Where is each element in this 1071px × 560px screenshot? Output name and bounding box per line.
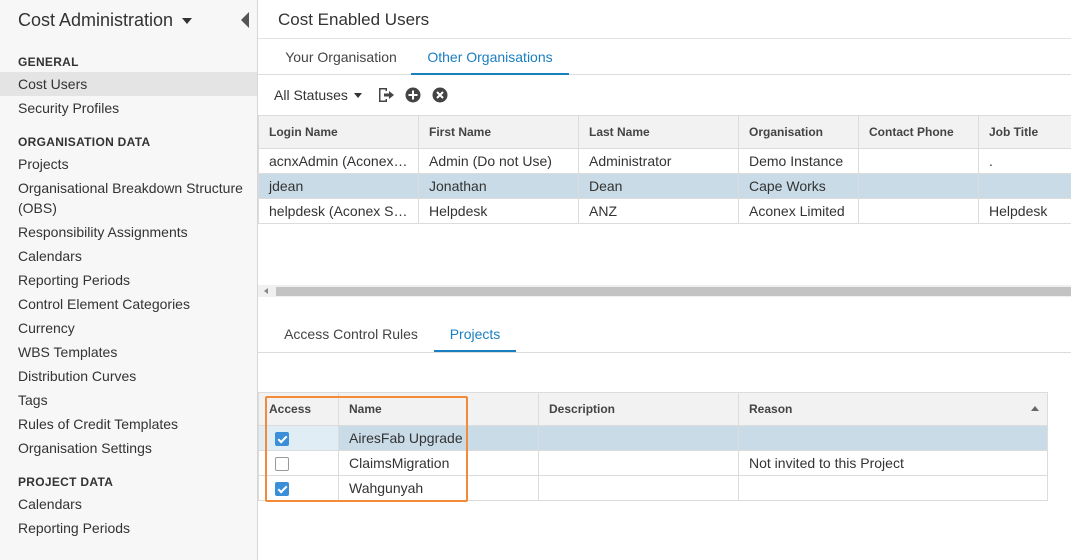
cell-job-title (978, 173, 1071, 199)
sidebar-title[interactable]: Cost Administration (18, 10, 173, 31)
cell-description (538, 450, 739, 476)
column-access[interactable]: Access (258, 392, 339, 426)
sidebar-item-cost-users[interactable]: Cost Users (0, 72, 257, 96)
table-row[interactable]: jdean Jonathan Dean Cape Works (258, 173, 1071, 199)
table-header-row: Access Name Description Reason (258, 392, 1048, 426)
sidebar-item-obs[interactable]: Organisational Breakdown Structure (OBS) (0, 176, 257, 220)
cell-login-name: helpdesk (Aconex Support) (258, 198, 419, 224)
sidebar-item-currency[interactable]: Currency (0, 316, 257, 340)
cell-contact-phone (858, 198, 979, 224)
cell-description (538, 475, 739, 501)
chevron-down-icon[interactable] (353, 92, 362, 98)
scrollbar-thumb[interactable] (276, 287, 1071, 296)
projects-table: Access Name Description Reason AiresFab … (258, 392, 1048, 501)
cell-last-name: Administrator (578, 148, 739, 174)
page-title: Cost Enabled Users (278, 10, 430, 29)
cell-access (258, 450, 339, 476)
export-icon[interactable] (378, 87, 395, 104)
remove-icon[interactable] (432, 87, 449, 104)
sidebar-header[interactable]: Cost Administration (0, 0, 257, 40)
cell-access (258, 475, 339, 501)
access-checkbox[interactable] (275, 457, 289, 472)
cell-job-title: Helpdesk (978, 198, 1071, 224)
column-description[interactable]: Description (538, 392, 739, 426)
section-organisation-data: ORGANISATION DATA (18, 135, 151, 149)
organisation-tabs: Your Organisation Other Organisations (258, 38, 1071, 75)
access-checkbox[interactable] (275, 482, 289, 497)
tab-your-organisation[interactable]: Your Organisation (272, 39, 410, 75)
tab-other-organisations[interactable]: Other Organisations (411, 39, 569, 75)
sidebar-item-organisation-settings[interactable]: Organisation Settings (0, 436, 257, 460)
cell-project-name: Wahgunyah (338, 475, 539, 501)
section-general: GENERAL (18, 55, 79, 69)
cell-login-name: jdean (258, 173, 419, 199)
access-checkbox[interactable] (275, 432, 289, 447)
cell-access (258, 425, 339, 451)
cell-organisation: Cape Works (738, 173, 859, 199)
toolbar: All Statuses (274, 84, 449, 106)
section-project-data: PROJECT DATA (18, 475, 114, 489)
cell-organisation: Demo Instance (738, 148, 859, 174)
cell-reason: Not invited to this Project (738, 450, 1048, 476)
column-contact-phone[interactable]: Contact Phone (858, 115, 979, 149)
sidebar-item-wbs-templates[interactable]: WBS Templates (0, 340, 257, 364)
table-row[interactable]: helpdesk (Aconex Support) Helpdesk ANZ A… (258, 198, 1071, 224)
table-header-row: Login Name First Name Last Name Organisa… (258, 115, 1071, 149)
sidebar-item-reporting-periods[interactable]: Reporting Periods (0, 268, 257, 292)
cell-first-name: Helpdesk (418, 198, 579, 224)
column-reason[interactable]: Reason (738, 392, 1048, 426)
sidebar-item-control-element-categories[interactable]: Control Element Categories (0, 292, 257, 316)
tab-access-control-rules[interactable]: Access Control Rules (272, 316, 430, 352)
chevron-down-icon[interactable] (182, 18, 193, 24)
column-job-title[interactable]: Job Title (978, 115, 1071, 149)
sidebar-item-responsibility-assignments[interactable]: Responsibility Assignments (0, 220, 257, 244)
sidebar-item-security-profiles[interactable]: Security Profiles (0, 96, 257, 120)
cell-login-name: acnxAdmin (Aconex Admin) (258, 148, 419, 174)
sidebar-item-projects[interactable]: Projects (0, 152, 257, 176)
column-first-name[interactable]: First Name (418, 115, 579, 149)
cell-project-name: ClaimsMigration (338, 450, 539, 476)
column-organisation[interactable]: Organisation (738, 115, 859, 149)
cell-job-title: . (978, 148, 1071, 174)
scroll-left-icon[interactable] (264, 288, 268, 294)
sidebar-item-rules-of-credit-templates[interactable]: Rules of Credit Templates (0, 412, 257, 436)
tab-projects[interactable]: Projects (434, 316, 516, 352)
cell-project-name: AiresFab Upgrade (338, 425, 539, 451)
cell-contact-phone (858, 173, 979, 199)
table-row[interactable]: AiresFab Upgrade (258, 425, 1048, 451)
sidebar-item-project-reporting-periods[interactable]: Reporting Periods (0, 516, 257, 540)
sidebar-item-calendars[interactable]: Calendars (0, 244, 257, 268)
detail-tabs: Access Control Rules Projects (258, 316, 1071, 353)
cell-organisation: Aconex Limited (738, 198, 859, 224)
cell-contact-phone (858, 148, 979, 174)
status-filter-dropdown[interactable]: All Statuses (274, 87, 348, 103)
sidebar-item-distribution-curves[interactable]: Distribution Curves (0, 364, 257, 388)
cell-first-name: Admin (Do not Use) (418, 148, 579, 174)
column-reason-label: Reason (749, 402, 793, 416)
cell-reason (738, 475, 1048, 501)
users-table: Login Name First Name Last Name Organisa… (258, 115, 1071, 224)
sort-ascending-icon[interactable] (1031, 406, 1039, 411)
cell-last-name: Dean (578, 173, 739, 199)
table-row[interactable]: acnxAdmin (Aconex Admin) Admin (Do not U… (258, 148, 1071, 174)
horizontal-scrollbar[interactable] (258, 285, 1071, 297)
column-last-name[interactable]: Last Name (578, 115, 739, 149)
cell-reason (738, 425, 1048, 451)
sidebar-item-project-calendars[interactable]: Calendars (0, 492, 257, 516)
cell-first-name: Jonathan (418, 173, 579, 199)
cell-description (538, 425, 739, 451)
sidebar: Cost Administration GENERAL Cost Users S… (0, 0, 258, 560)
column-name[interactable]: Name (338, 392, 539, 426)
sidebar-item-tags[interactable]: Tags (0, 388, 257, 412)
table-row[interactable]: ClaimsMigration Not invited to this Proj… (258, 450, 1048, 476)
column-login-name[interactable]: Login Name (258, 115, 419, 149)
table-row[interactable]: Wahgunyah (258, 475, 1048, 501)
collapse-sidebar-icon[interactable] (241, 12, 249, 28)
main-content: Cost Enabled Users Your Organisation Oth… (258, 0, 1071, 560)
cell-last-name: ANZ (578, 198, 739, 224)
add-icon[interactable] (405, 87, 422, 104)
